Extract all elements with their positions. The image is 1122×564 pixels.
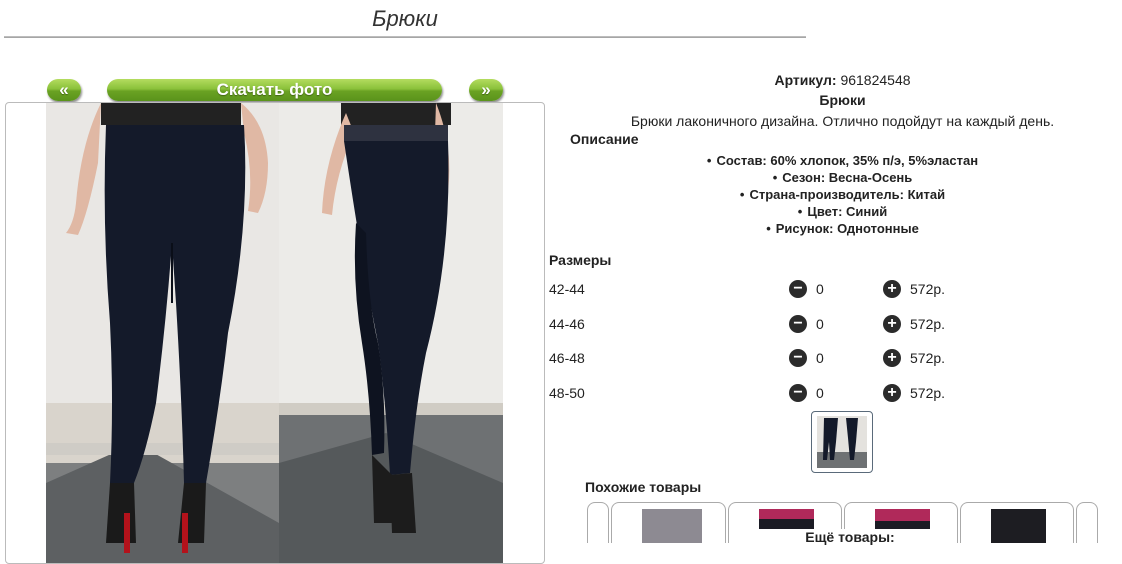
size-price: 572р. — [910, 385, 946, 401]
thumbnail-image — [817, 416, 867, 468]
size-price: 572р. — [910, 350, 946, 366]
spec-text: Состав: 60% хлопок, 35% п/э, 5%эластан — [716, 153, 979, 168]
bullet-icon: • — [739, 187, 745, 202]
product-photo[interactable] — [5, 102, 545, 564]
size-price: 572р. — [910, 281, 946, 297]
size-label: 42-44 — [549, 281, 585, 297]
quantity-value: 0 — [816, 281, 824, 297]
description-heading: Описание — [570, 131, 639, 147]
size-label: 44-46 — [549, 316, 585, 332]
bullet-icon: • — [797, 204, 803, 219]
photo-thumbnail[interactable] — [811, 411, 873, 473]
previous-photo-button[interactable]: « — [47, 79, 81, 101]
size-label: 48-50 — [549, 385, 585, 401]
bullet-icon: • — [772, 170, 778, 185]
size-row: 48-50 − 0 + 572р. — [549, 384, 969, 404]
size-row: 44-46 − 0 + 572р. — [549, 315, 969, 335]
sku-label: Артикул: — [774, 72, 837, 88]
quantity-value: 0 — [816, 316, 824, 332]
spec-text: Цвет: Синий — [807, 204, 888, 219]
sku-value: 961824548 — [840, 72, 911, 88]
plus-icon[interactable]: + — [883, 280, 901, 298]
product-photo-image — [46, 103, 503, 563]
quantity-value: 0 — [816, 385, 824, 401]
size-price: 572р. — [910, 316, 946, 332]
similar-scroll-left[interactable] — [587, 502, 609, 543]
minus-icon[interactable]: − — [789, 384, 807, 402]
minus-icon[interactable]: − — [789, 280, 807, 298]
size-row: 46-48 − 0 + 572р. — [549, 349, 969, 369]
download-photo-button[interactable]: Скачать фото — [107, 79, 442, 101]
size-row: 42-44 − 0 + 572р. — [549, 280, 969, 300]
sizes-heading: Размеры — [549, 252, 612, 268]
spec-pattern: • Рисунок: Однотонные — [550, 221, 1122, 236]
product-name: Брюки — [819, 92, 866, 108]
spec-text: Сезон: Весна-Осень — [782, 170, 913, 185]
next-photo-button[interactable]: » — [469, 79, 503, 101]
page-title: Брюки — [372, 6, 438, 31]
similar-product-card[interactable] — [611, 502, 726, 543]
similar-products-heading: Похожие товары — [585, 479, 702, 495]
quantity-value: 0 — [816, 350, 824, 366]
similar-product-image — [642, 509, 702, 543]
spec-season: • Сезон: Весна-Осень — [550, 170, 1122, 185]
more-products-link[interactable]: Ещё товары: — [750, 529, 950, 545]
size-label: 46-48 — [549, 350, 585, 366]
spec-text: Рисунок: Однотонные — [775, 221, 919, 236]
bullet-icon: • — [706, 153, 712, 168]
spec-composition: • Состав: 60% хлопок, 35% п/э, 5%эластан — [550, 153, 1122, 168]
bullet-icon: • — [766, 221, 771, 236]
similar-scroll-right[interactable] — [1076, 502, 1098, 543]
similar-product-image — [991, 509, 1046, 543]
product-description: Брюки лаконичного дизайна. Отлично подой… — [630, 113, 1055, 129]
spec-text: Страна-производитель: Китай — [749, 187, 946, 202]
plus-icon[interactable]: + — [883, 384, 901, 402]
minus-icon[interactable]: − — [789, 349, 807, 367]
product-sku: Артикул: 961824548 — [550, 72, 1122, 88]
spec-country: • Страна-производитель: Китай — [550, 187, 1122, 202]
spec-color: • Цвет: Синий — [550, 204, 1122, 219]
plus-icon[interactable]: + — [883, 349, 901, 367]
similar-product-card[interactable] — [960, 502, 1074, 543]
title-divider — [4, 36, 806, 38]
minus-icon[interactable]: − — [789, 315, 807, 333]
plus-icon[interactable]: + — [883, 315, 901, 333]
